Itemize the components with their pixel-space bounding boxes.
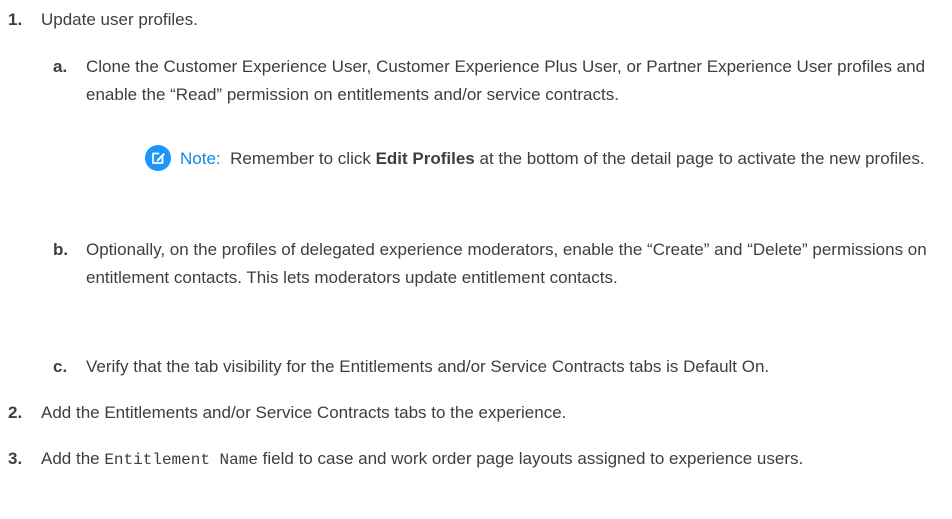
step-text: Update user profiles. — [41, 10, 198, 29]
note-label: Note: — [180, 149, 221, 168]
step-number: 2. — [8, 403, 23, 422]
step-text: Add the Entitlement Name field to case a… — [41, 445, 948, 474]
substep-letter: b. — [53, 240, 69, 259]
note-after: at the bottom of the detail page to acti… — [474, 149, 925, 168]
substep-letter: a. — [53, 57, 68, 76]
field-name-code: Entitlement Name — [104, 451, 258, 469]
note-bold: Edit Profiles — [375, 149, 475, 168]
document: 1. Update user profiles. a. Clone the Cu… — [0, 0, 952, 519]
note-before: Remember to click — [230, 149, 376, 168]
step-number: 3. — [8, 449, 23, 468]
step-number: 1. — [8, 10, 23, 29]
substep-text: Optionally, on the profiles of delegated… — [86, 240, 927, 287]
substep-text: Verify that the tab visibility for the E… — [86, 357, 770, 376]
substep-letter: c. — [53, 357, 68, 376]
step-text-after: field to case and work order page layout… — [257, 449, 804, 468]
step-text: Add the Entitlements and/or Service Cont… — [41, 403, 567, 422]
substep-text: Clone the Customer Experience User, Cust… — [86, 57, 926, 104]
edit-note-icon — [145, 145, 171, 171]
note-text: Note: Remember to click Edit Profiles at… — [180, 145, 948, 173]
step-text-before: Add the — [41, 449, 105, 468]
